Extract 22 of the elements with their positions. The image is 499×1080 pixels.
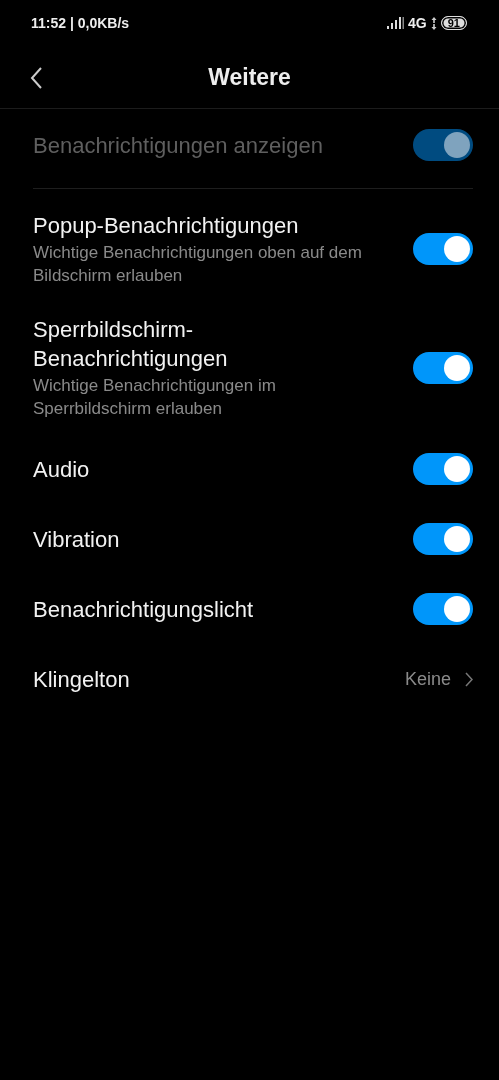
setting-title: Audio (33, 455, 91, 484)
setting-title: Sperrbildschirm-Benachrichtigungen (33, 316, 229, 373)
toggle-switch[interactable] (413, 233, 473, 265)
setting-description: Wichtige Benachrichtigungen im Sperrbildschirm erlauben (33, 375, 277, 420)
setting-title: Benachrichtigungslicht (33, 595, 255, 624)
battery-icon: 91 (440, 16, 467, 30)
toggle-switch[interactable] (413, 593, 473, 625)
setting-description: Wichtige Benachrichtigungen oben auf dem Bildschirm erlauben (33, 242, 363, 287)
status-text: 11:52 | 0,0KB/s (31, 15, 130, 31)
toggle-switch[interactable] (413, 351, 473, 384)
setting-title: Benachrichtigungen anzeigen (33, 131, 324, 160)
page-title: Weitere (208, 63, 291, 91)
setting-title: Klingelton (33, 665, 131, 694)
toggle-switch[interactable] (413, 523, 473, 555)
setting-value: Keine (404, 668, 451, 690)
data-arrows-icon (430, 16, 437, 30)
signal-icon (387, 17, 405, 29)
toggle-switch[interactable] (413, 453, 473, 485)
setting-title: Vibration (33, 525, 121, 554)
network-label: 4G (408, 15, 427, 31)
chevron-right-icon (465, 671, 473, 687)
setting-title: Popup-Benachrichtigungen (33, 212, 300, 240)
